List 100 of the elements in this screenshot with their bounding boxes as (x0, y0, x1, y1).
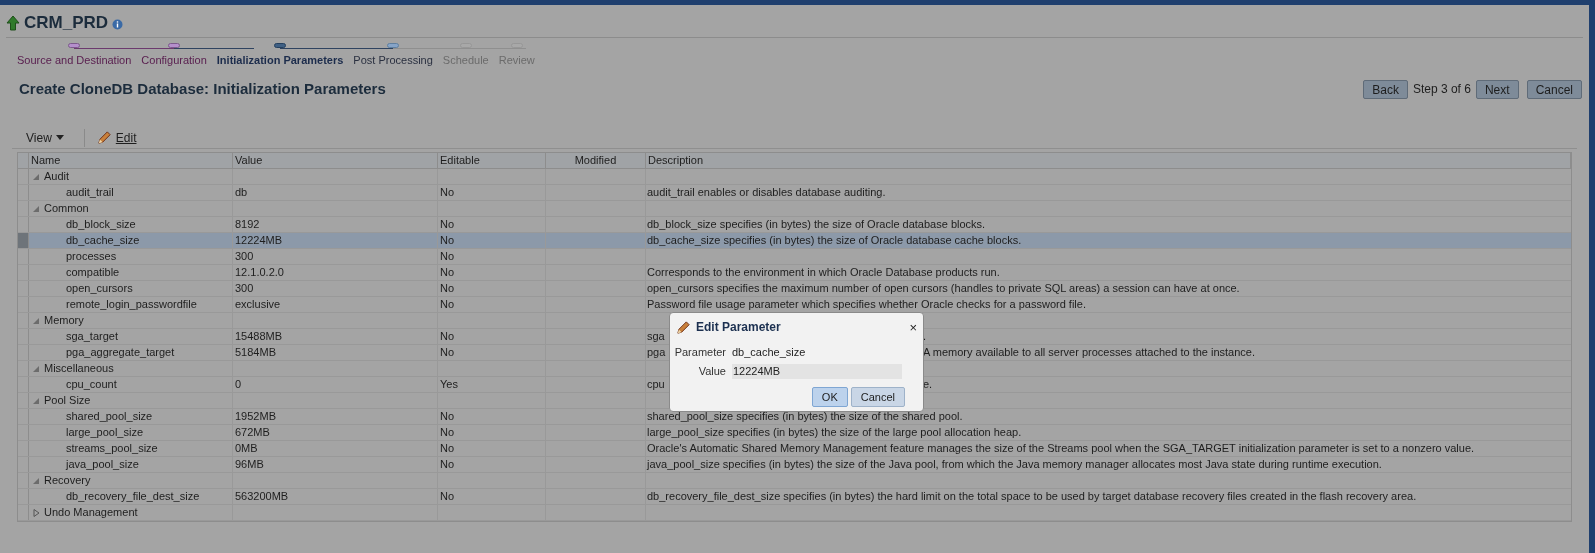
train-step-link: Schedule (442, 52, 489, 68)
collapse-icon[interactable] (33, 476, 40, 485)
table-cell-text: e. (923, 377, 933, 393)
table-cell-text: No (440, 297, 455, 313)
table-cell-text: streams_pool_size (66, 441, 158, 457)
train-stop-icon[interactable] (68, 43, 81, 48)
column-header[interactable]: Description (648, 152, 704, 169)
table-cell-text: Yes (440, 377, 458, 393)
table-cell-text: No (440, 425, 455, 441)
column-header[interactable]: Name (31, 152, 61, 169)
table-cell-text: java_pool_size (66, 457, 139, 473)
table-cell-text: db_recovery_file_dest_size (66, 489, 200, 505)
train-step-link[interactable]: Post Processing (353, 51, 433, 68)
table-cell-text: No (440, 265, 455, 281)
group-label: Common (44, 201, 89, 217)
table-cell-text: . (923, 329, 927, 345)
table-cell: pga (647, 346, 666, 359)
caret-icon (55, 135, 64, 140)
table-cell-text: large_pool_size specifies (in bytes) the size of the large pool allocation heap. (647, 425, 1022, 441)
table-cell-text: 0 (235, 377, 242, 393)
table-cell-text: 12.1.0.2.0 (235, 265, 284, 281)
table-cell-text: No (440, 249, 455, 265)
table-cell-text: 300 (235, 281, 254, 297)
group-label: Pool Size (44, 393, 91, 409)
field-label: Parameter (673, 345, 726, 361)
train-step-link: Review (498, 52, 535, 68)
collapse-icon[interactable] (33, 172, 40, 181)
train-stop-icon[interactable] (274, 43, 287, 48)
row-selector[interactable] (18, 233, 29, 248)
table-cell-text: processes (66, 249, 117, 265)
table-cell-text: exclusive (235, 297, 281, 313)
table-cell-text: No (440, 217, 455, 233)
table-cell-text: 12224MB (235, 233, 283, 249)
table-cell: sga (647, 330, 665, 343)
group-label: Memory (44, 313, 84, 329)
train-step-link[interactable]: Initialization Parameters (216, 51, 344, 68)
table-cell-text: No (440, 233, 455, 249)
target-title: CRM_PRD (24, 12, 109, 35)
back-button[interactable]: Back (1363, 79, 1408, 99)
selected-row[interactable]: db_cache_size 12224MB No db_cache_size specifies (in bytes) the size of Oracle database cache blocks. (18, 233, 1571, 249)
table-cell-text: No (440, 441, 455, 457)
column-header[interactable]: Value (235, 152, 263, 169)
table-cell-text: audit_trail enables or disables database auditing. (647, 185, 886, 201)
table-cell-text: No (440, 329, 455, 345)
table-cell-text: db_block_size (66, 217, 136, 233)
field-value: db_cache_size (732, 345, 806, 361)
edit-button[interactable]: Edit (96, 128, 137, 147)
table-cell-text: large_pool_size (66, 425, 144, 441)
table-cell-text: 563200MB (235, 489, 289, 505)
next-button[interactable]: Next (1475, 79, 1519, 99)
table-cell-text: cpu_count (66, 377, 117, 393)
train-step-link[interactable]: Configuration (141, 51, 207, 68)
view-menu-button[interactable]: View (12, 128, 78, 147)
up-arrow-icon (6, 15, 20, 31)
table-cell-text: No (440, 409, 455, 425)
table-cell-text: sga_target (66, 329, 118, 345)
column-header[interactable]: Modified (574, 152, 617, 169)
table-cell-text: pga_aggregate_target (66, 345, 175, 361)
table-cell-text: shared_pool_size (66, 409, 153, 425)
value-input-field[interactable]: 12224MB (732, 364, 902, 379)
table-cell-text: db (235, 185, 248, 201)
column-header[interactable]: Editable (440, 152, 480, 169)
info-icon[interactable] (112, 19, 124, 30)
table-cell-text: Oracle's Automatic Shared Memory Management feature manages the size of the Streams pool when the SGA_TARGET initialization parameter is set to a nonzero value. (647, 441, 1475, 457)
table-cell-text: 300 (235, 249, 254, 265)
pencil-icon (676, 319, 691, 335)
close-button[interactable]: × (909, 320, 917, 334)
table-cell-text: remote_login_passwordfile (66, 297, 197, 313)
dialog-title: Edit Parameter (696, 319, 781, 336)
cancel-button[interactable]: Cancel (1526, 79, 1582, 99)
table-cell-text: 5184MB (235, 345, 276, 361)
train-stop-icon[interactable] (168, 43, 181, 48)
ok-button[interactable]: OK (811, 387, 848, 407)
page-title: Create CloneDB Database: Initialization Parameters (19, 78, 386, 99)
table-cell-text: 0MB (235, 441, 258, 457)
expand-icon[interactable] (33, 508, 40, 517)
collapse-icon[interactable] (33, 364, 40, 373)
group-label: Miscellaneous (44, 361, 114, 377)
train-step-link[interactable]: Source and Destination (17, 51, 132, 68)
table-cell-text: 15488MB (235, 329, 283, 345)
table-cell-text: 1952MB (235, 409, 276, 425)
collapse-icon[interactable] (33, 204, 40, 213)
table-cell-text: No (440, 457, 455, 473)
table-cell-text: open_cursors specifies the maximum number of open cursors (handles to private SQL areas) a session can have at once. (647, 281, 1240, 297)
group-label: Undo Management (44, 505, 138, 521)
table-cell-text: 672MB (235, 425, 270, 441)
field-label: Value (697, 364, 726, 380)
cancel-button[interactable]: Cancel (850, 387, 905, 407)
table-cell-text: db_block_size specifies (in bytes) the size of Oracle database blocks. (647, 217, 986, 233)
collapse-icon[interactable] (33, 396, 40, 405)
table-cell-text: shared_pool_size specifies (in bytes) the size of the shared pool. (647, 409, 963, 425)
collapse-icon[interactable] (33, 316, 40, 325)
table-cell-text: No (440, 489, 455, 505)
table-cell-text: db_cache_size (66, 233, 140, 249)
table-cell-text: 8192 (235, 217, 260, 233)
table-cell-text: No (440, 345, 455, 361)
table-cell-text: java_pool_size specifies (in bytes) the size of the Java pool, from which the Java memory manager allocates most Java state during runtime execution. (647, 457, 1382, 473)
table-cell-text: 96MB (235, 457, 264, 473)
table-cell-text: db_recovery_file_dest_size specifies (in bytes) the hard limit on the total space to be used by target database recovery files created in the flash recovery area. (647, 489, 1417, 505)
table-cell-text: No (440, 281, 455, 297)
